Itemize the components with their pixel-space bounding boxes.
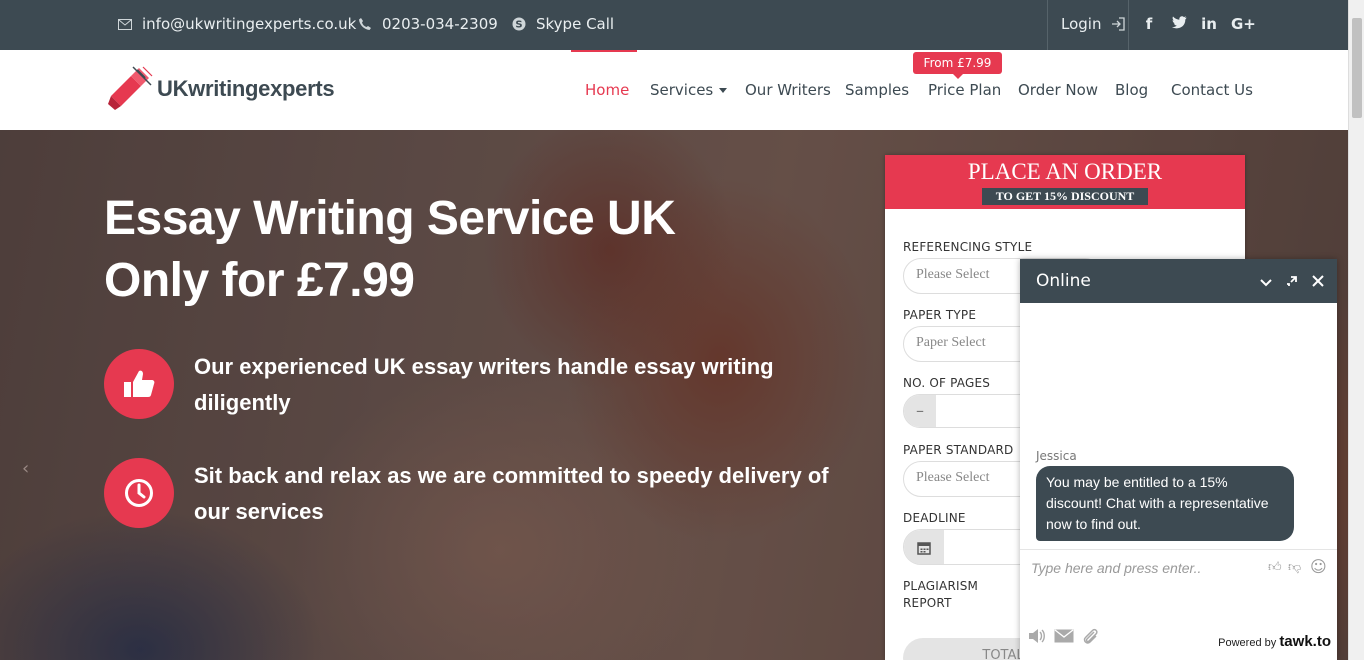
scrollbar-thumb[interactable] — [1352, 18, 1362, 118]
email-text[interactable]: info@ukwritingexperts.co.uk — [142, 15, 356, 33]
googleplus-icon[interactable]: G+ — [1231, 15, 1256, 33]
calendar-icon[interactable] — [904, 530, 944, 564]
order-form-header: PLACE AN ORDER TO GET 15% DISCOUNT — [885, 155, 1245, 209]
clock-icon — [104, 458, 174, 528]
chat-message: You may be entitled to a 15% discount! C… — [1036, 466, 1294, 541]
minimize-chevron-icon[interactable] — [1260, 273, 1272, 291]
nav-home[interactable]: Home — [585, 81, 629, 99]
envelope-icon — [118, 18, 132, 30]
login-text[interactable]: Login — [1061, 15, 1101, 33]
chat-widget: Online Jessica You may be entitled to a … — [1020, 259, 1337, 660]
chat-status: Online — [1036, 271, 1091, 291]
pen-logo-icon — [108, 66, 153, 110]
plagiarism-label-line2: REPORT — [903, 596, 952, 610]
login-link[interactable]: Login — [1061, 15, 1126, 33]
login-icon — [1112, 17, 1126, 31]
email-transcript-icon[interactable] — [1054, 628, 1074, 650]
attachment-icon[interactable] — [1082, 628, 1100, 650]
chat-input[interactable]: Type here and press enter.. — [1031, 560, 1201, 576]
nav-samples[interactable]: Samples — [845, 81, 909, 99]
hero-title-line2: Only for £7.99 — [104, 254, 415, 307]
popout-icon[interactable] — [1286, 273, 1297, 291]
phone-icon — [359, 18, 371, 30]
chat-input-area: Type here and press enter.. 👍︎ 👎︎ ☺ Powe… — [1020, 549, 1337, 660]
discount-label: TO GET 15% DISCOUNT — [981, 188, 1149, 205]
order-form-title: PLACE AN ORDER — [967, 159, 1163, 184]
powered-by-label: Powered by — [1218, 637, 1277, 649]
powered-by[interactable]: Powered by tawk.to — [1218, 633, 1331, 650]
nav-blog[interactable]: Blog — [1115, 81, 1148, 99]
nav-services[interactable]: Services — [650, 81, 728, 99]
top-bar: info@ukwritingexperts.co.uk 0203-034-230… — [0, 0, 1348, 50]
referencing-style-label: REFERENCING STYLE — [903, 240, 1033, 254]
facebook-icon[interactable]: f — [1141, 15, 1157, 33]
pages-label: NO. OF PAGES — [903, 376, 991, 390]
phone-text[interactable]: 0203-034-2309 — [382, 15, 498, 33]
twitter-icon[interactable] — [1171, 15, 1187, 33]
logo-text[interactable]: UKwritingexperts — [157, 76, 335, 102]
price-badge: From £7.99 — [913, 52, 1002, 79]
skype-icon: S — [512, 17, 526, 31]
brand-logo[interactable]: UKwritingexperts — [107, 66, 335, 112]
close-icon[interactable] — [1312, 273, 1324, 291]
hero-title-line1: Essay Writing Service UK — [104, 192, 676, 245]
nav-order-now[interactable]: Order Now — [1018, 81, 1098, 99]
paper-type-label: PAPER TYPE — [903, 308, 977, 322]
feature-text: Sit back and relax as we are committed t… — [194, 463, 829, 524]
plagiarism-label: PLAGIARISM — [903, 579, 979, 593]
linkedin-icon[interactable]: in — [1201, 15, 1217, 33]
chat-header: Online — [1020, 259, 1337, 303]
phone-link[interactable]: 0203-034-2309 — [358, 15, 498, 33]
skype-text[interactable]: Skype Call — [536, 15, 614, 33]
nav-services-label: Services — [650, 81, 714, 99]
decrement-button[interactable]: – — [904, 395, 936, 427]
email-link[interactable]: info@ukwritingexperts.co.uk — [118, 15, 356, 33]
emoji-icon[interactable]: ☺ — [1310, 557, 1327, 576]
main-navbar: UKwritingexperts From £7.99 Home Service… — [0, 50, 1348, 130]
deadline-label: DEADLINE — [903, 511, 966, 525]
divider — [1047, 0, 1048, 50]
feature-item: Our experienced UK essay writers handle … — [104, 349, 844, 421]
nav-price-plan[interactable]: Price Plan — [928, 81, 1001, 99]
paper-standard-label: PAPER STANDARD — [903, 443, 1014, 457]
sound-icon[interactable] — [1028, 628, 1046, 650]
thumbs-up-icon — [104, 349, 174, 419]
active-indicator — [571, 50, 637, 52]
skype-link[interactable]: S Skype Call — [512, 15, 614, 33]
feature-item: Sit back and relax as we are committed t… — [104, 458, 844, 530]
divider — [1128, 0, 1129, 50]
chat-tools — [1028, 628, 1100, 650]
feature-text: Our experienced UK essay writers handle … — [194, 354, 774, 415]
thumbs-up-icon[interactable]: 👍︎ — [1268, 560, 1282, 575]
slider-prev-icon[interactable]: ‹ — [22, 458, 29, 479]
chevron-down-icon — [719, 88, 728, 93]
thumbs-down-icon[interactable]: 👎︎ — [1288, 560, 1301, 575]
page-scrollbar[interactable] — [1348, 0, 1364, 660]
tawk-brand: tawk.to — [1279, 633, 1331, 650]
social-links: f in G+ — [1141, 15, 1256, 33]
svg-text:S: S — [515, 20, 522, 31]
agent-name: Jessica — [1036, 449, 1077, 463]
hero-title: Essay Writing Service UK Only for £7.99 — [104, 188, 676, 312]
nav-contact-us[interactable]: Contact Us — [1171, 81, 1253, 99]
nav-our-writers[interactable]: Our Writers — [745, 81, 831, 99]
